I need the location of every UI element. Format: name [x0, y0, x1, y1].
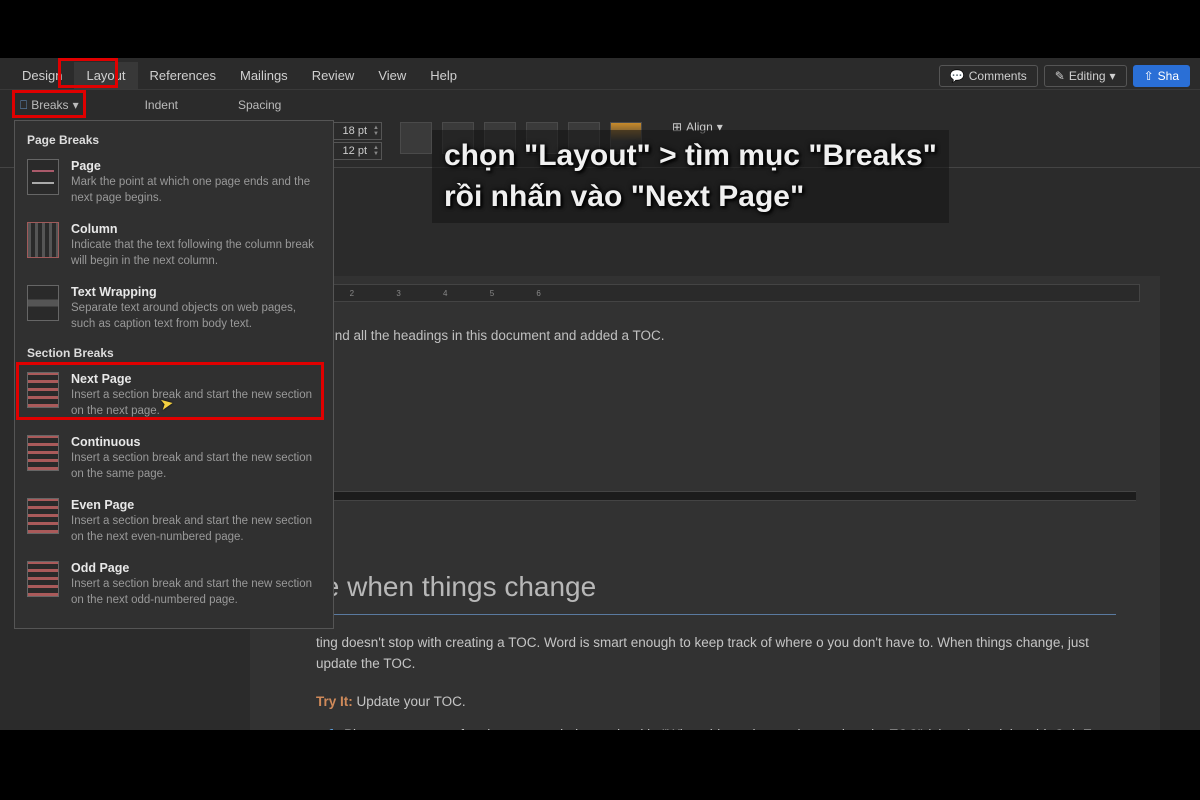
editing-button[interactable]: ✎Editing▾	[1044, 65, 1127, 87]
menu-item-even-page[interactable]: Even PageInsert a section break and star…	[15, 492, 333, 555]
document-area: 1 2 3 4 5 6 found all the headings in th…	[250, 276, 1160, 730]
page-breaks-header: Page Breaks	[15, 129, 333, 153]
body-text: ting doesn't stop with creating a TOC. W…	[316, 633, 1116, 674]
list-item: Place your cursor after the paragraph th…	[344, 724, 1116, 730]
instruction-overlay: chọn "Layout" > tìm mục "Breaks" rồi nhấ…	[432, 130, 949, 223]
chevron-down-icon: ▾	[1110, 69, 1116, 83]
tab-help[interactable]: Help	[418, 62, 469, 89]
odd-page-break-icon	[27, 561, 59, 597]
share-button[interactable]: ⇧Sha	[1133, 65, 1190, 87]
column-break-icon	[27, 222, 59, 258]
text-wrap-break-icon	[27, 285, 59, 321]
menu-item-next-page[interactable]: Next PageInsert a section break and star…	[15, 366, 333, 429]
spacing-label: Spacing	[238, 98, 281, 112]
section-breaks-header: Section Breaks	[15, 342, 333, 366]
menu-item-continuous[interactable]: ContinuousInsert a section break and sta…	[15, 429, 333, 492]
share-icon: ⇧	[1144, 69, 1154, 83]
menu-item-column[interactable]: ColumnIndicate that the text following t…	[15, 216, 333, 279]
heading: te when things change	[316, 566, 1116, 615]
continuous-break-icon	[27, 435, 59, 471]
breaks-icon: ⎕	[20, 98, 27, 113]
chevron-down-icon: ▾	[73, 98, 79, 112]
tab-review[interactable]: Review	[300, 62, 367, 89]
tab-view[interactable]: View	[366, 62, 418, 89]
menu-item-odd-page[interactable]: Odd PageInsert a section break and start…	[15, 555, 333, 618]
ruler[interactable]: 1 2 3 4 5 6	[296, 284, 1140, 302]
body-text: found all the headings in this document …	[316, 326, 1116, 346]
comment-icon: 💬	[950, 69, 965, 83]
tab-mailings[interactable]: Mailings	[228, 62, 300, 89]
next-page-break-icon	[27, 372, 59, 408]
indent-label: Indent	[145, 98, 178, 112]
page-gap	[296, 491, 1136, 501]
document-content[interactable]: found all the headings in this document …	[296, 316, 1136, 730]
pencil-icon: ✎	[1055, 69, 1065, 83]
breaks-button[interactable]: ⎕ Breaks ▾	[14, 96, 85, 115]
steps-list: Place your cursor after the paragraph th…	[316, 724, 1116, 730]
try-it-label: Try It: Update your TOC.	[316, 692, 1116, 712]
breaks-dropdown: Page Breaks PageMark the point at which …	[14, 120, 334, 629]
menu-item-page[interactable]: PageMark the point at which one page end…	[15, 153, 333, 216]
page-break-icon	[27, 159, 59, 195]
menu-item-text-wrapping[interactable]: Text WrappingSeparate text around object…	[15, 279, 333, 342]
tab-layout[interactable]: Layout	[74, 62, 137, 89]
even-page-break-icon	[27, 498, 59, 534]
ribbon-row: ⎕ Breaks ▾ Indent Spacing	[0, 90, 1200, 120]
position-icon[interactable]	[400, 122, 432, 154]
tab-design[interactable]: Design	[10, 62, 74, 89]
tab-references[interactable]: References	[138, 62, 228, 89]
instruction-line: chọn "Layout" > tìm mục "Breaks"	[444, 136, 937, 177]
ribbon-tabs: Design Layout References Mailings Review…	[0, 58, 1200, 90]
instruction-line: rồi nhấn vào "Next Page"	[444, 177, 937, 218]
comments-button[interactable]: 💬Comments	[939, 65, 1038, 87]
